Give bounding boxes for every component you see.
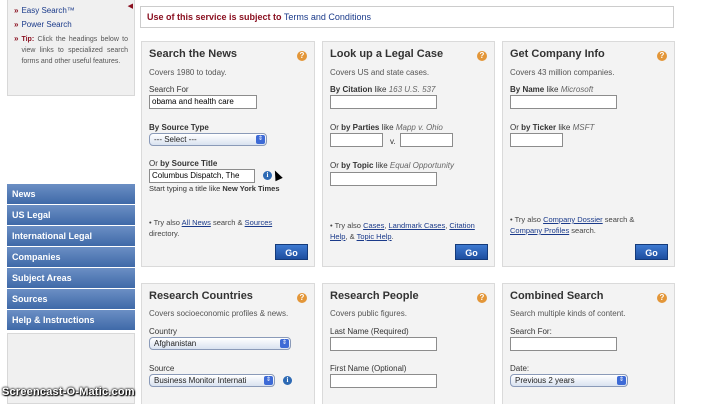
- nav-sources[interactable]: Sources: [7, 289, 135, 310]
- legal-panel: Look up a Legal Case ? Covers US and sta…: [322, 41, 495, 267]
- nav-help[interactable]: Help & Instructions: [7, 310, 135, 331]
- last-name-input[interactable]: [330, 337, 437, 351]
- country-select[interactable]: Afghanistan ⇕: [149, 337, 291, 350]
- search-for-label: Search For: [149, 85, 189, 94]
- citation-input[interactable]: [330, 95, 437, 109]
- sidebar-nav: News US Legal International Legal Compan…: [7, 184, 135, 331]
- combined-subtitle: Search multiple kinds of content.: [510, 309, 626, 318]
- source-title-hint: Start typing a title like New York Times: [149, 184, 280, 193]
- nav-international-legal[interactable]: International Legal: [7, 226, 135, 247]
- help-icon[interactable]: ?: [297, 293, 307, 303]
- first-name-label: First Name (Optional): [330, 364, 407, 373]
- company-name-input[interactable]: [510, 95, 617, 109]
- people-panel: Research People ? Covers public figures.…: [322, 283, 495, 404]
- parties-label: Or by Parties like Mapp v. Ohio: [330, 123, 443, 132]
- tip: » Tip: Click the headings below to view …: [14, 34, 128, 67]
- terms-bar: Use of this service is subject to Terms …: [140, 6, 674, 28]
- company-subtitle: Covers 43 million companies.: [510, 68, 615, 77]
- tip-text: Tip: Click the headings below to view li…: [21, 34, 128, 67]
- help-icon[interactable]: ?: [477, 293, 487, 303]
- combined-search-label: Search For:: [510, 327, 552, 336]
- chevron-down-icon: ⇕: [264, 376, 273, 385]
- nav-subject-areas[interactable]: Subject Areas: [7, 268, 135, 289]
- topic-help-link[interactable]: Topic Help: [357, 232, 392, 241]
- nav-us-legal[interactable]: US Legal: [7, 205, 135, 226]
- chevron-down-icon: ⇕: [280, 339, 289, 348]
- nav-companies[interactable]: Companies: [7, 247, 135, 268]
- combined-title[interactable]: Combined Search: [510, 290, 604, 302]
- source-type-label: By Source Type: [149, 123, 209, 132]
- collapse-icon[interactable]: ◀: [128, 2, 133, 10]
- company-dossier-link[interactable]: Company Dossier: [543, 215, 603, 224]
- terms-warning: Use of this service is subject to: [147, 12, 282, 22]
- help-icon[interactable]: ?: [477, 51, 487, 61]
- party-two-input[interactable]: [400, 133, 453, 147]
- combined-panel: Combined Search ? Search multiple kinds …: [502, 283, 675, 404]
- topic-input[interactable]: [330, 172, 437, 186]
- power-search-link[interactable]: » Power Search: [14, 19, 128, 31]
- nav-news[interactable]: News: [7, 184, 135, 205]
- cases-link[interactable]: Cases: [363, 221, 384, 230]
- tip-body: Click the headings below to view links t…: [21, 36, 128, 65]
- sources-link[interactable]: Sources: [245, 218, 273, 227]
- terms-link[interactable]: Terms and Conditions: [284, 12, 371, 22]
- company-title[interactable]: Get Company Info: [510, 48, 605, 60]
- legal-try-also: • Try also Cases, Landmark Cases, Citati…: [330, 221, 475, 241]
- sidebar: ◀ » Easy Search™ » Power Search » Tip: Cli…: [7, 0, 135, 404]
- watermark: Screencast-O-Matic.com: [2, 386, 135, 398]
- ticker-label: Or by Ticker like MSFT: [510, 123, 595, 132]
- first-name-input[interactable]: [330, 374, 437, 388]
- company-go-button[interactable]: Go: [635, 244, 668, 260]
- company-try-also: • Try also Company Dossier search & Compa…: [510, 215, 635, 235]
- easy-search-link[interactable]: » Easy Search™: [14, 5, 128, 17]
- all-news-link[interactable]: All News: [182, 218, 211, 227]
- people-subtitle: Covers public figures.: [330, 309, 407, 318]
- source-type-select[interactable]: --- Select --- ⇕: [149, 133, 267, 146]
- date-label: Date:: [510, 364, 530, 373]
- power-search-label: Power Search: [21, 20, 72, 29]
- last-name-label: Last Name (Required): [330, 327, 409, 336]
- news-panel: Search the News ? Covers 1980 to today. …: [141, 41, 315, 267]
- news-try-also: • Try also All News search & Sources dire…: [149, 218, 273, 238]
- info-icon[interactable]: i: [283, 376, 292, 385]
- company-profiles-link[interactable]: Company Profiles: [510, 226, 569, 235]
- countries-panel: Research Countries ? Covers socioeconomi…: [141, 283, 315, 404]
- country-source-select[interactable]: Business Monitor Internati ⇕: [149, 374, 275, 387]
- chevron-down-icon: ⇕: [256, 135, 265, 144]
- chevron-down-icon: ⇕: [617, 376, 626, 385]
- news-go-button[interactable]: Go: [275, 244, 308, 260]
- legal-go-button[interactable]: Go: [455, 244, 488, 260]
- source-label: Source: [149, 364, 175, 373]
- versus-label: v.: [390, 137, 396, 146]
- countries-subtitle: Covers socioeconomic profiles & news.: [149, 309, 289, 318]
- tip-label: Tip:: [21, 36, 35, 43]
- news-search-input[interactable]: obama and health care: [149, 95, 257, 109]
- countries-title[interactable]: Research Countries: [149, 290, 253, 302]
- help-icon[interactable]: ?: [297, 51, 307, 61]
- landmark-cases-link[interactable]: Landmark Cases: [389, 221, 446, 230]
- date-select[interactable]: Previous 2 years ⇕: [510, 374, 628, 387]
- people-title[interactable]: Research People: [330, 290, 419, 302]
- source-title-input[interactable]: Columbus Dispatch, The: [149, 169, 255, 183]
- ticker-input[interactable]: [510, 133, 563, 147]
- news-subtitle: Covers 1980 to today.: [149, 68, 227, 77]
- legal-subtitle: Covers US and state cases.: [330, 68, 430, 77]
- news-title[interactable]: Search the News: [149, 48, 237, 60]
- legal-title[interactable]: Look up a Legal Case: [330, 48, 443, 60]
- combined-search-input[interactable]: [510, 337, 617, 351]
- company-name-label: By Name like Microsoft: [510, 85, 594, 94]
- party-one-input[interactable]: [330, 133, 383, 147]
- help-icon[interactable]: ?: [657, 293, 667, 303]
- easy-search-label: Easy Search™: [21, 6, 75, 15]
- sidebar-search-box: ◀ » Easy Search™ » Power Search » Tip: Cli…: [7, 0, 135, 96]
- help-icon[interactable]: ?: [657, 51, 667, 61]
- source-title-label: Or by Source Title: [149, 159, 218, 168]
- company-panel: Get Company Info ? Covers 43 million com…: [502, 41, 675, 267]
- topic-label: Or by Topic like Equal Opportunity: [330, 161, 454, 170]
- citation-label: By Citation like 163 U.S. 537: [330, 85, 436, 94]
- country-label: Country: [149, 327, 178, 336]
